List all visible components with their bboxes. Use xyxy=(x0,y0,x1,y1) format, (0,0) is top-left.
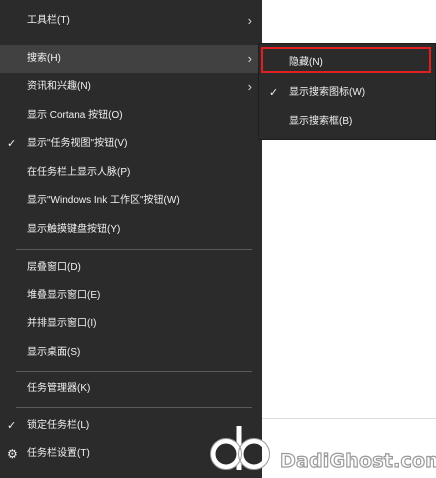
menu-item-label: 显示桌面(S) xyxy=(27,347,81,358)
submenu-item-show-search-icon[interactable]: ✓ 显示搜索图标(W) xyxy=(259,79,435,107)
menu-item-label: 堆叠显示窗口(E) xyxy=(27,290,101,301)
menu-item-show-task-view-button[interactable]: ✓ 显示"任务视图"按钮(V) xyxy=(0,130,262,158)
menu-item-show-cortana-button[interactable]: 显示 Cortana 按钮(O) xyxy=(0,102,262,130)
submenu-item-label: 显示搜索框(B) xyxy=(289,116,353,127)
menu-item-show-touch-keyboard-button[interactable]: 显示触摸键盘按钮(Y) xyxy=(0,216,262,244)
menu-item-stack-windows[interactable]: 堆叠显示窗口(E) xyxy=(0,282,262,310)
taskbar-edge-line xyxy=(262,418,436,419)
menu-separator xyxy=(16,371,252,372)
watermark-text: DadiGhost.com xyxy=(279,449,436,472)
menu-item-cascade-windows[interactable]: 层叠窗口(D) xyxy=(0,254,262,282)
menu-item-label: 并排显示窗口(I) xyxy=(27,318,97,329)
menu-item-task-manager[interactable]: 任务管理器(K) xyxy=(0,375,262,403)
menu-item-label: 锁定任务栏(L) xyxy=(27,420,90,431)
menu-item-label: 显示触摸键盘按钮(Y) xyxy=(27,224,121,235)
menu-item-label: 工具栏(T) xyxy=(27,15,70,26)
menu-item-label: 显示"Windows Ink 工作区"按钮(W) xyxy=(27,195,180,206)
dadighost-logo-icon xyxy=(210,426,270,470)
submenu-item-label: 隐藏(N) xyxy=(289,57,323,68)
chevron-right-icon: › xyxy=(247,13,252,28)
menu-item-side-by-side-windows[interactable]: 并排显示窗口(I) xyxy=(0,310,262,338)
checkmark-icon: ✓ xyxy=(7,138,17,150)
menu-item-show-windows-ink-button[interactable]: 显示"Windows Ink 工作区"按钮(W) xyxy=(0,187,262,215)
menu-item-label: 任务管理器(K) xyxy=(27,383,91,394)
search-submenu: 隐藏(N) ✓ 显示搜索图标(W) 显示搜索框(B) xyxy=(259,44,435,139)
taskbar-context-menu: 工具栏(T) › 搜索(H) › 资讯和兴趣(N) › 显示 Cortana 按… xyxy=(0,0,262,478)
menu-separator xyxy=(16,407,252,408)
checkmark-icon: ✓ xyxy=(269,87,279,99)
menu-item-toolbars[interactable]: 工具栏(T) › xyxy=(0,7,262,35)
gear-icon: ⚙ xyxy=(7,447,18,461)
menu-separator xyxy=(16,249,252,250)
menu-item-news-and-interests[interactable]: 资讯和兴趣(N) › xyxy=(0,73,262,101)
menu-item-label: 在任务栏上显示人脉(P) xyxy=(27,167,131,178)
menu-item-label: 搜索(H) xyxy=(27,53,61,64)
menu-item-show-desktop[interactable]: 显示桌面(S) xyxy=(0,339,262,367)
chevron-right-icon: › xyxy=(247,51,252,66)
menu-item-label: 任务栏设置(T) xyxy=(27,448,90,459)
menu-item-label: 层叠窗口(D) xyxy=(27,262,81,273)
submenu-item-show-search-box[interactable]: 显示搜索框(B) xyxy=(259,108,435,136)
menu-item-label: 资讯和兴趣(N) xyxy=(27,81,91,92)
menu-item-label: 显示"任务视图"按钮(V) xyxy=(27,138,128,149)
checkmark-icon: ✓ xyxy=(7,420,17,432)
chevron-right-icon: › xyxy=(247,79,252,94)
menu-item-search[interactable]: 搜索(H) › xyxy=(0,45,262,73)
submenu-item-label: 显示搜索图标(W) xyxy=(289,87,366,98)
watermark: DadiGhost.com xyxy=(204,420,436,478)
menu-item-show-people[interactable]: 在任务栏上显示人脉(P) xyxy=(0,159,262,187)
menu-item-label: 显示 Cortana 按钮(O) xyxy=(27,110,123,121)
submenu-item-hidden[interactable]: 隐藏(N) xyxy=(259,49,435,77)
